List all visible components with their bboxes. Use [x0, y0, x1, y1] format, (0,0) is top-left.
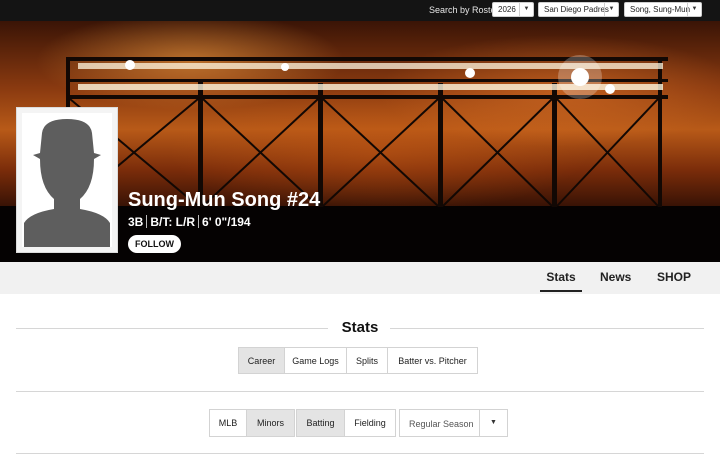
tab-game-logs[interactable]: Game Logs	[284, 347, 347, 374]
silhouette-icon	[24, 119, 110, 247]
player-nav: Stats News SHOP	[0, 262, 720, 294]
batting-button[interactable]: Batting	[296, 409, 345, 437]
player-headshot	[16, 107, 118, 253]
team-select-value: San Diego Padres	[544, 5, 609, 14]
level-minors-button[interactable]: Minors	[246, 409, 295, 437]
player-hero-banner: Sung-Mun Song #24 3B B/T: L/R 6' 0"/194 …	[0, 21, 720, 262]
stats-view-tabs: Career Game Logs Splits Batter vs. Pitch…	[238, 347, 478, 374]
tab-career[interactable]: Career	[238, 347, 285, 374]
player-bio-line: 3B B/T: L/R 6' 0"/194	[128, 215, 251, 229]
fielding-button[interactable]: Fielding	[344, 409, 396, 437]
team-select[interactable]: San Diego Padres ▼	[538, 2, 619, 17]
divider	[16, 391, 704, 392]
level-toggle: MLB Minors	[209, 409, 295, 437]
player-bats-throws: B/T: L/R	[150, 215, 196, 229]
caret-down-icon: ▼	[479, 410, 507, 436]
year-select-value: 2026	[498, 5, 516, 14]
tab-news[interactable]: News	[600, 270, 631, 284]
caret-down-icon: ▼	[604, 3, 618, 16]
tab-splits[interactable]: Splits	[346, 347, 388, 374]
year-select[interactable]: 2026 ▼	[492, 2, 534, 17]
player-select-value: Song, Sung-Mun	[630, 5, 691, 14]
player-name: Sung-Mun Song #24	[128, 189, 321, 211]
divider	[16, 328, 328, 329]
tab-shop[interactable]: SHOP	[657, 270, 691, 284]
player-select[interactable]: Song, Sung-Mun ▼	[624, 2, 702, 17]
follow-button[interactable]: FOLLOW	[128, 235, 181, 253]
tab-stats[interactable]: Stats	[540, 270, 582, 292]
caret-down-icon: ▼	[519, 3, 533, 16]
season-select-value: Regular Season	[409, 419, 474, 429]
tab-batter-vs-pitcher[interactable]: Batter vs. Pitcher	[387, 347, 478, 374]
caret-down-icon: ▼	[687, 3, 701, 16]
divider	[146, 215, 148, 228]
roster-search-bar: Search by Roster 2026 ▼ San Diego Padres…	[0, 0, 720, 21]
divider	[390, 328, 704, 329]
divider	[16, 453, 704, 454]
stat-type-toggle: Batting Fielding	[296, 409, 396, 437]
player-height-weight: 6' 0"/194	[202, 215, 251, 229]
roster-search-label: Search by Roster	[429, 5, 499, 15]
player-position: 3B	[128, 215, 144, 229]
divider	[198, 215, 200, 228]
stats-section-title: Stats	[341, 319, 379, 336]
level-mlb-button[interactable]: MLB	[209, 409, 247, 437]
season-select[interactable]: Regular Season ▼	[399, 409, 508, 437]
